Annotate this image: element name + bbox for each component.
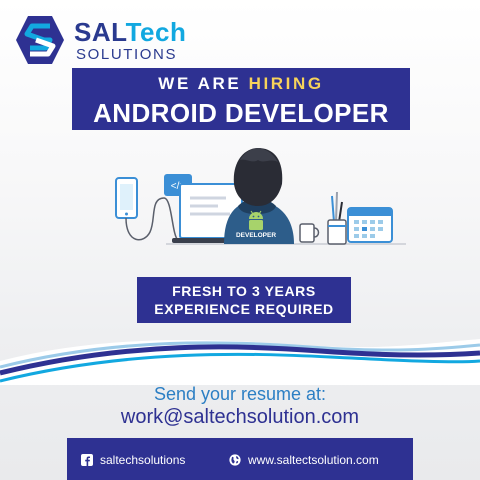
contact-email[interactable]: work@saltechsolution.com (0, 405, 480, 429)
developer-badge-label: DEVELOPER (236, 232, 276, 239)
smartphone-icon (115, 177, 138, 219)
globe-icon (229, 454, 241, 466)
developer-illustration: </> DEVELOPER (115, 148, 406, 245)
experience-requirement-box: FRESH TO 3 YEARS EXPERIENCE REQUIRED (137, 277, 351, 323)
hiring-poster: SALTech SOLUTIONS WE ARE HIRING ANDROID … (0, 0, 480, 480)
facebook-icon (81, 454, 93, 466)
website-url: www.saltectsolution.com (248, 453, 379, 467)
logo-brand-part1: SAL (74, 17, 126, 47)
facebook-handle: saltechsolutions (100, 453, 186, 467)
footer-bar: saltechsolutions www.saltectsolution.com (67, 438, 413, 480)
s-shield-logo-icon (16, 16, 64, 64)
company-logo: SALTech SOLUTIONS (14, 14, 186, 66)
logo-brand-part2: Tech (125, 17, 187, 47)
hiring-banner: WE ARE HIRING ANDROID DEVELOPER (72, 68, 410, 130)
banner-headline: WE ARE HIRING (72, 75, 410, 93)
footer-website-link[interactable]: www.saltectsolution.com (229, 452, 379, 468)
pencil-cup-icon (327, 191, 347, 245)
banner-headline-prefix: WE ARE (158, 74, 249, 93)
calendar-icon (347, 207, 393, 243)
logo-subtitle: SOLUTIONS (76, 46, 178, 63)
banner-headline-accent: HIRING (248, 74, 324, 93)
job-title: ANDROID DEVELOPER (93, 98, 389, 128)
decorative-wave (0, 339, 480, 385)
requirement-line-1: FRESH TO 3 YEARS (172, 283, 316, 299)
footer-facebook-link[interactable]: saltechsolutions (81, 452, 185, 468)
logo-brand-name: SALTech (74, 18, 186, 46)
requirement-line-2: EXPERIENCE REQUIRED (154, 301, 334, 317)
resume-instruction: Send your resume at: (153, 384, 327, 404)
coffee-mug-icon (299, 223, 320, 243)
